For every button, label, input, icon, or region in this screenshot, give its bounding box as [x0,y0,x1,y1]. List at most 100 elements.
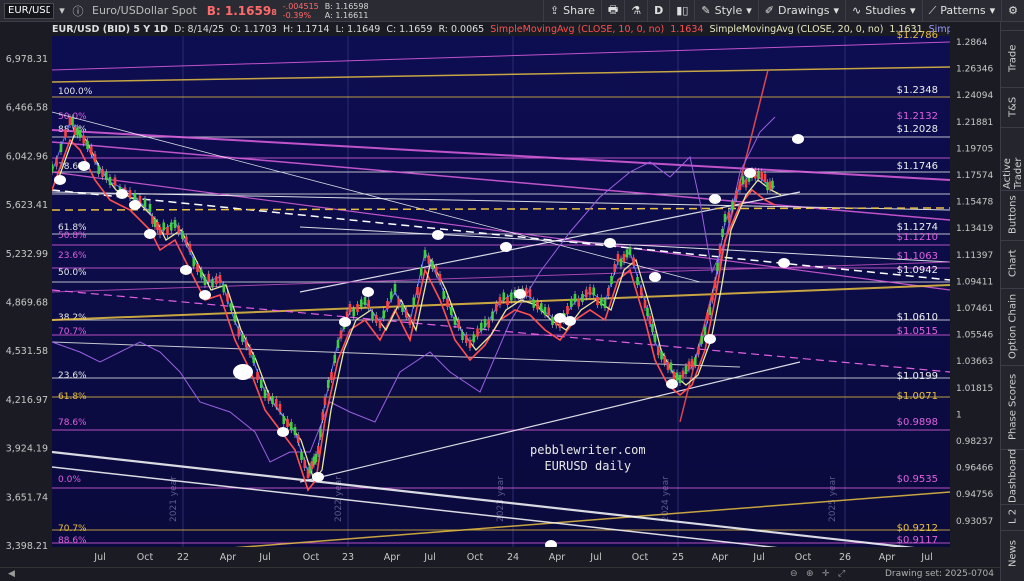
candle-body [648,316,652,324]
pivot-marker [604,238,616,248]
candle-body [241,334,244,342]
candle-body [693,357,697,366]
settings-button[interactable]: ⚙ [1001,0,1024,22]
flask-button[interactable]: ⚗ [624,0,647,22]
candle-body [222,284,226,293]
candle-body [333,355,337,363]
drawings-button[interactable]: ✐ Drawings ▾ [757,0,845,22]
candle-body [509,292,513,301]
x-axis-tick: Oct [632,552,649,563]
x-axis-tick: Jul [93,552,105,563]
patterns-button[interactable]: ⟋ Patterns ▾ [921,0,1002,22]
bottom-bar: ◀ ⊖ ⊕ ✛ ⤢ Drawing set: 2025-0704 [0,567,1000,581]
right-axis-tick: 1.11397 [956,251,993,261]
side-tab-trade[interactable]: Trade [1001,30,1024,85]
candle-body [716,263,719,271]
fib-percent-label: 70.7% [58,327,87,337]
right-axis-tick: 0.94756 [956,490,993,500]
left-axis-tick: 3,924.19 [6,444,48,455]
fib-percent-label: 0.0% [58,475,81,485]
drawings-icon: ✐ [764,4,774,17]
candle-body [639,287,643,296]
sma10-label[interactable]: SimpleMovingAvg (CLOSE, 10, 0, no) [490,24,664,35]
candle-body [267,393,271,401]
zoom-in-icon[interactable]: ⊕ [806,569,814,579]
bid-price: B: 1.16598 [206,3,277,18]
pivot-marker [500,242,512,252]
expand-icon[interactable]: ⤢ [838,569,845,579]
candle-body [669,362,673,371]
print-button[interactable]: 🖶 [600,0,624,22]
candle-body [382,310,386,319]
candle-body [656,347,660,356]
fib-percent-label: 50.8% [58,231,87,241]
right-axis-tick: 1.2864 [956,38,988,48]
candle-body [713,280,717,288]
x-axis-tick: Apr [712,552,729,563]
style-button[interactable]: ✎ Style ▾ [694,0,757,22]
candle-body [651,324,654,332]
style-icon: ✎ [701,4,711,17]
side-tab-chart[interactable]: Chart [1001,240,1024,286]
share-button[interactable]: ⇪ Share [542,0,601,22]
candle-body [547,307,551,316]
zoom-out-icon[interactable]: ⊖ [790,569,798,579]
sma20-value: 1.1631 [889,23,923,35]
symbol-input[interactable] [4,2,54,19]
candle-body [675,372,679,381]
candle-body [643,300,647,308]
crosshair-icon[interactable]: ✛ [822,569,830,579]
fib-percent-label: 50.0% [58,268,87,278]
candle-body [211,279,214,288]
pivot-marker [54,175,66,185]
candle-body [483,319,487,327]
candle-body [528,289,532,297]
period-button[interactable]: D [647,0,669,22]
candle-body [412,297,416,306]
flask-icon: ⚗ [631,4,642,17]
candle-body [551,317,554,325]
candle-body [386,301,389,309]
dropdown-icon[interactable]: ▾ [54,4,70,17]
right-axis-tick: 1.26346 [956,65,993,75]
side-tab-t-s[interactable]: T&S [1001,87,1024,125]
fib-percent-label: 88.6% [58,536,87,546]
candle-body [177,225,181,234]
x-axis-tick: Jul [423,552,435,563]
candle-body [244,339,248,348]
candle-body [323,397,327,405]
drawing-set-label[interactable]: Drawing set: 2025-0704 [885,569,994,579]
x-axis-tick: Oct [467,552,484,563]
chart-type-button[interactable]: ▮▯ [669,0,694,22]
candle-body [148,204,152,212]
candle-body [536,301,539,310]
candle-body [101,169,104,177]
scroll-left-icon[interactable]: ◀ [8,569,15,579]
candle-body [300,452,303,460]
right-axis-tick: 1.09411 [956,277,993,287]
candle-body [596,297,599,305]
price-chart[interactable]: 2021 year2022 year2023 year2024 year2025… [0,22,1000,567]
left-axis-tick: 5,623.41 [6,200,48,211]
side-tab-news[interactable]: News [1001,530,1024,576]
sma20-label[interactable]: SimpleMovingAvg (CLOSE, 20, 0, no) [709,24,883,35]
candle-body [438,274,442,282]
candle-body [319,429,322,437]
candle-body [757,171,760,179]
side-tab-option-chain[interactable]: Option Chain [1001,288,1024,363]
studies-button[interactable]: ∿ Studies ▾ [845,0,922,22]
side-tab-l-2[interactable]: L 2 [1001,504,1024,528]
candle-body [162,222,166,231]
side-tab-dashboard[interactable]: Dashboard [1001,449,1024,503]
pivot-marker [199,290,211,300]
info-icon[interactable]: ⓘ [70,3,86,19]
side-tab-phase-scores[interactable]: Phase Scores [1001,365,1024,447]
pivot-marker [339,317,351,327]
more-studies-label[interactable]: Simple... [929,24,950,35]
candle-body [502,292,506,301]
candle-body [539,303,543,312]
candle-body [487,319,491,328]
candle-body [71,117,74,126]
side-tab-active-trader[interactable]: Active Trader [1001,127,1024,189]
side-tab-buttons[interactable]: Buttons [1001,190,1024,238]
